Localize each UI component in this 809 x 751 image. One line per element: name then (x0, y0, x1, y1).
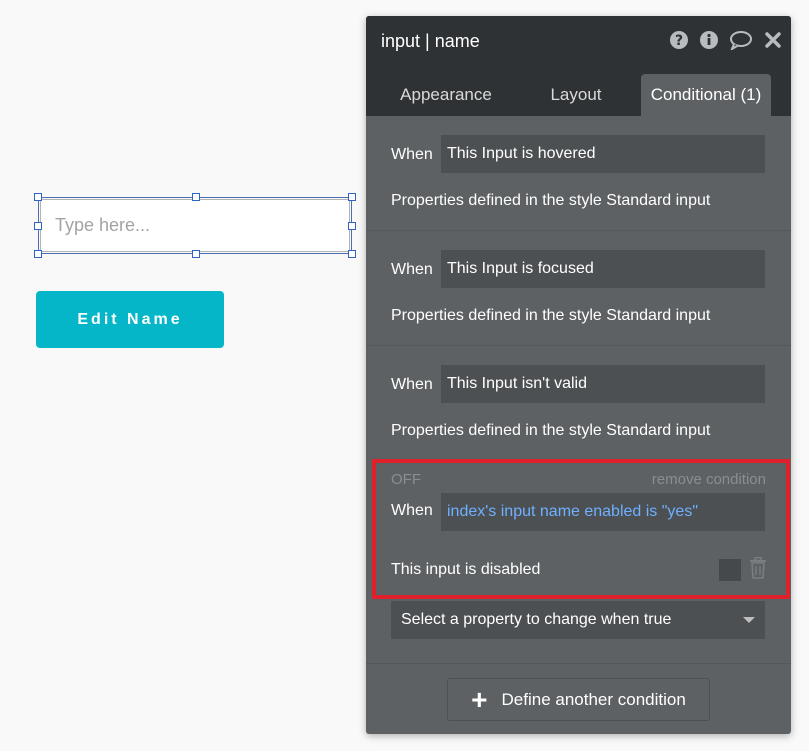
when-expression-field[interactable]: This Input is focused (441, 250, 765, 288)
input-box (40, 199, 350, 252)
select-property-label: Select a property to change when true (401, 611, 672, 628)
panel-title: input | name (381, 31, 480, 51)
highlight-box (372, 459, 790, 599)
comment-icon[interactable] (729, 30, 753, 50)
svg-text:?: ? (675, 33, 683, 49)
tab-conditional[interactable]: Conditional (1) (641, 74, 771, 116)
properties-text: Properties defined in the style Standard… (391, 192, 711, 209)
help-icon[interactable]: ? (669, 30, 689, 50)
resize-handle-top[interactable] (192, 193, 200, 201)
close-icon[interactable] (763, 30, 783, 50)
edit-name-button[interactable]: Edit Name (36, 291, 224, 348)
resize-handle-bottom[interactable] (192, 250, 200, 258)
panel-header: input | name ? Appearance Layout Conditi… (366, 16, 791, 116)
tab-appearance[interactable]: Appearance (384, 74, 508, 116)
define-button-label: Define another condition (501, 689, 686, 709)
define-another-condition-button[interactable]: + Define another condition (447, 678, 710, 721)
when-label: When (391, 376, 433, 393)
condition-focused: When This Input is focused Properties de… (366, 231, 791, 346)
when-label: When (391, 261, 433, 278)
name-input-element[interactable] (34, 193, 356, 258)
select-property-dropdown[interactable]: Select a property to change when true (391, 601, 765, 639)
when-expression-field[interactable]: This Input isn't valid (441, 365, 765, 403)
info-icon[interactable] (699, 30, 719, 50)
tab-layout[interactable]: Layout (526, 74, 626, 116)
plus-icon: + (471, 683, 488, 715)
condition-invalid: When This Input isn't valid Properties d… (366, 346, 791, 459)
resize-handle-top-left[interactable] (34, 193, 42, 201)
divider (366, 663, 791, 664)
condition-hovered: When This Input is hovered Properties de… (366, 116, 791, 231)
header-icons: ? (669, 30, 783, 50)
panel-tabs: Appearance Layout Conditional (1) (366, 74, 791, 116)
resize-handle-bottom-left[interactable] (34, 250, 42, 258)
type-here-input[interactable] (41, 200, 349, 251)
resize-handle-top-right[interactable] (348, 193, 356, 201)
properties-text: Properties defined in the style Standard… (391, 307, 711, 324)
property-editor-panel: input | name ? Appearance Layout Conditi… (366, 16, 791, 734)
properties-text: Properties defined in the style Standard… (391, 422, 711, 439)
resize-handle-bottom-right[interactable] (348, 250, 356, 258)
resize-handle-right[interactable] (348, 222, 356, 230)
when-label: When (391, 146, 433, 163)
chevron-down-icon (743, 617, 755, 623)
resize-handle-left[interactable] (34, 222, 42, 230)
when-expression-field[interactable]: This Input is hovered (441, 135, 765, 173)
